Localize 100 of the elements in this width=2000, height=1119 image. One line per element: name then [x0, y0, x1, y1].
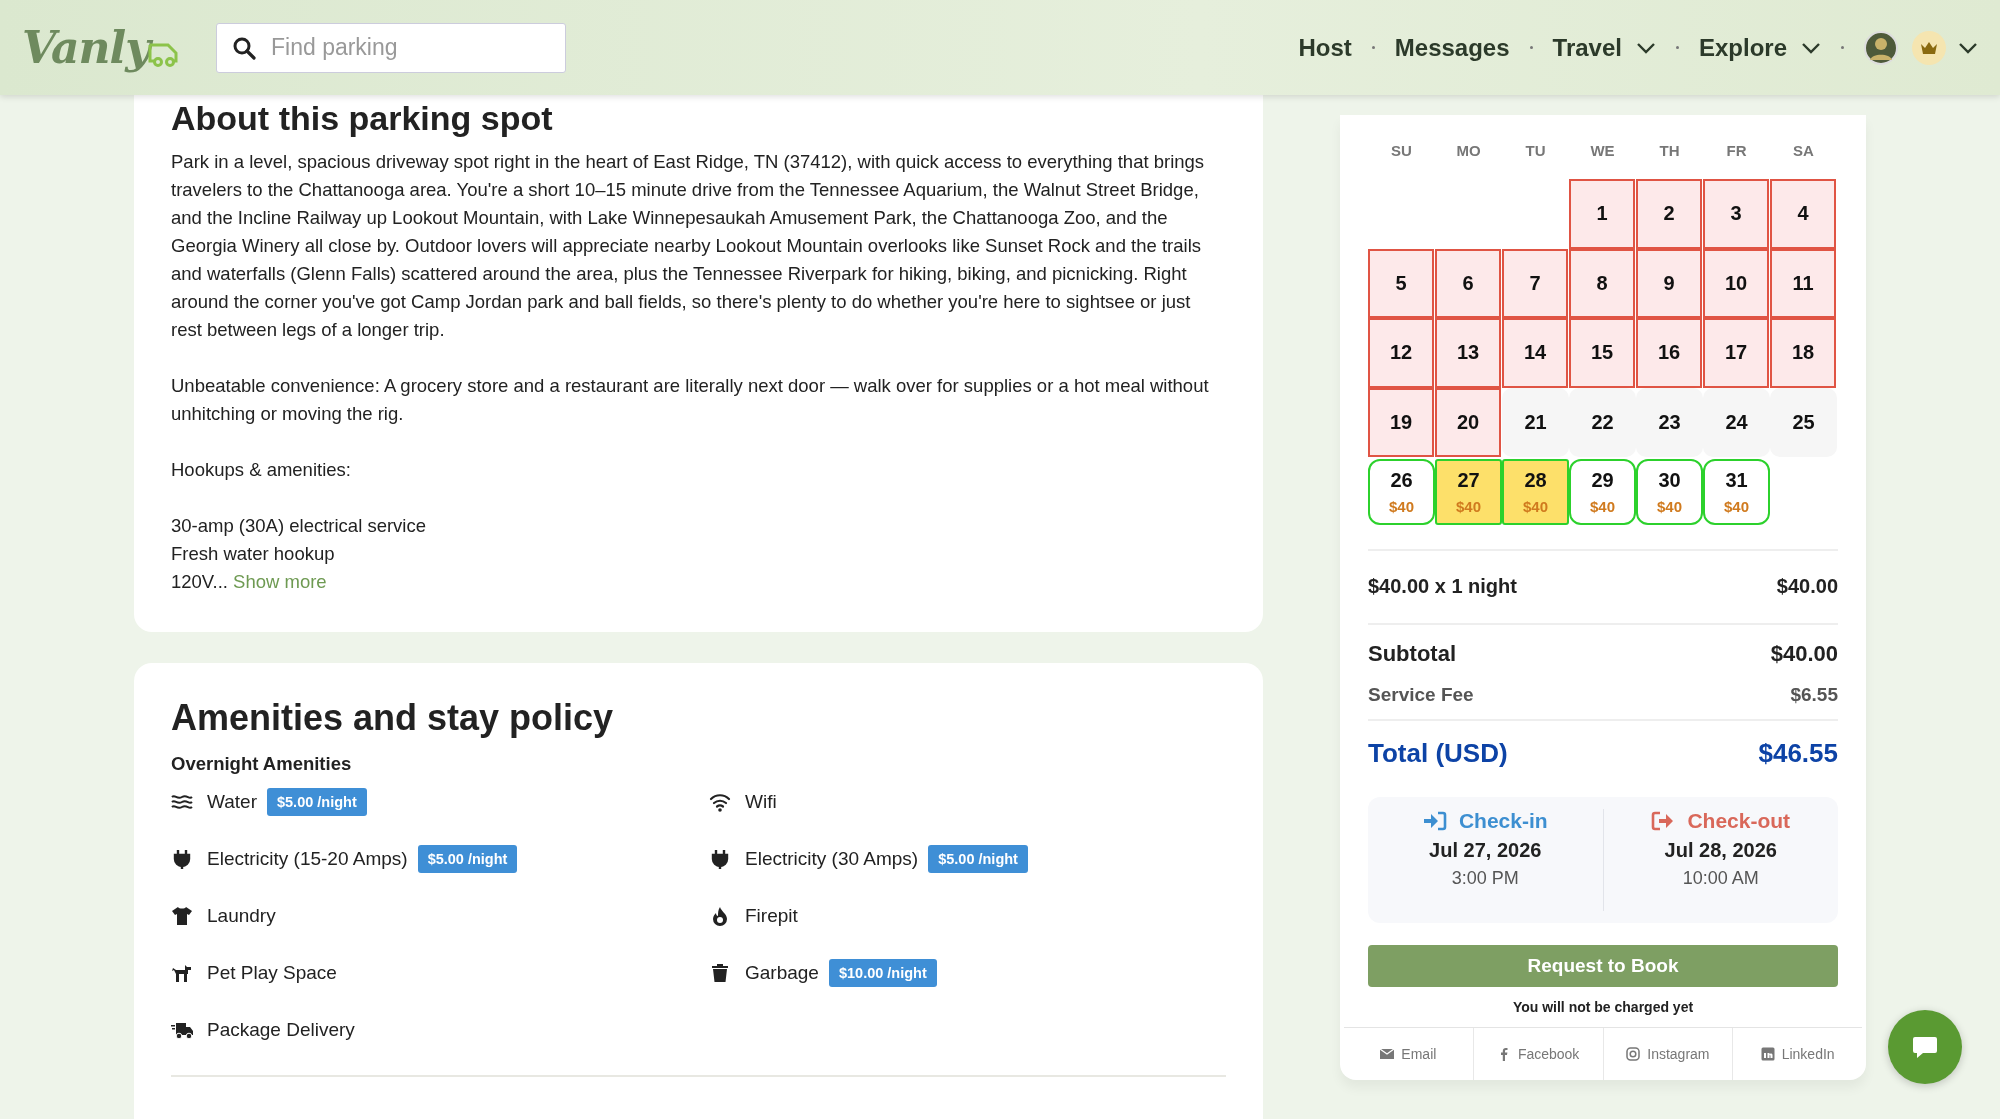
day-price: $40: [1456, 498, 1481, 515]
weekday-label: MO: [1455, 140, 1482, 161]
nav-link[interactable]: Travel: [1552, 33, 1656, 62]
section-title: Amenities and stay policy: [171, 697, 615, 739]
check-in-time: 3:00 PM: [1451, 867, 1519, 889]
weekday-label: SU: [1390, 140, 1413, 161]
search-icon: [232, 35, 256, 60]
calendar-day: 24: [1703, 387, 1770, 457]
calendar-day: 23: [1636, 387, 1703, 457]
check-out-time: 10:00 AM: [1682, 867, 1759, 889]
price-label: Subtotal: [1368, 640, 1456, 667]
check-in-date: Jul 27, 2026: [1429, 838, 1542, 862]
calendar-day[interactable]: 31 $40: [1703, 459, 1770, 525]
calendar-day: 7: [1502, 248, 1568, 318]
calendar-day: 6: [1435, 248, 1501, 318]
amenity-label: Electricity (30 Amps): [745, 848, 919, 870]
day-number: 30: [1658, 469, 1681, 492]
charge-note: You will not be charged yet: [1511, 998, 1695, 1015]
nav-link[interactable]: Messages: [1394, 33, 1510, 62]
calendar-day: 15: [1569, 318, 1635, 388]
day-price: $40: [1657, 498, 1682, 515]
weekday-label: FR: [1725, 140, 1748, 161]
check-out-date: Jul 28, 2026: [1664, 838, 1777, 862]
calendar-day[interactable]: 27 $40: [1435, 459, 1502, 525]
day-number: 28: [1524, 469, 1547, 492]
calendar-day[interactable]: 28 $40: [1502, 459, 1569, 525]
amenity-label: Pet Play Space: [207, 962, 337, 984]
fee-badge: $5.00 /night: [417, 845, 518, 873]
calendar-day[interactable]: 30 $40: [1636, 459, 1703, 525]
share-link[interactable]: Facebook: [1472, 1028, 1603, 1080]
calendar-day: 19: [1368, 387, 1434, 457]
share-link[interactable]: Email: [1344, 1028, 1473, 1080]
description-paragraph: Unbeatable convenience: A grocery store and a restaurant are literally next door — walk over for supplies or a hot meal without unhitching or moving the rig.: [171, 374, 1210, 426]
calendar-day: 8: [1569, 248, 1635, 318]
crown-icon: [1920, 40, 1938, 55]
calendar-day: 17: [1703, 318, 1769, 388]
day-number: 27: [1457, 469, 1480, 492]
calendar-day: 14: [1502, 318, 1568, 388]
truncated-line: 120V...: [171, 571, 228, 592]
price-amount: $40.00: [1770, 640, 1838, 667]
chevron-down-icon: [1801, 41, 1821, 54]
amenity-line: Fresh water hookup: [171, 542, 336, 566]
calendar-day: 4: [1770, 179, 1836, 249]
calendar-day: 1: [1569, 179, 1635, 249]
amenity-label: Firepit: [745, 905, 798, 927]
calendar-day: 5: [1368, 248, 1434, 318]
calendar-day[interactable]: 26 $40: [1368, 459, 1435, 525]
calendar-day: 25: [1770, 387, 1837, 457]
amenity-label: Laundry: [207, 905, 276, 927]
plug-icon: [709, 849, 731, 869]
chat-icon: [1912, 1035, 1938, 1059]
price-label: Total (USD): [1368, 738, 1508, 769]
weekday-label: SA: [1792, 140, 1815, 161]
fee-badge: $5.00 /night: [928, 845, 1028, 873]
chevron-down-icon[interactable]: [1958, 41, 1978, 54]
calendar-day: 12: [1368, 318, 1434, 388]
calendar-day: 20: [1435, 387, 1501, 457]
amenity-label: Garbage: [745, 962, 819, 984]
linkedin-icon: [1760, 1047, 1775, 1061]
price-label: Service Fee: [1368, 683, 1474, 706]
calendar-day: 13: [1435, 318, 1501, 388]
chevron-down-icon: [1635, 41, 1656, 54]
calendar-day: 2: [1636, 179, 1702, 249]
calendar-day: 21: [1502, 387, 1569, 457]
share-link[interactable]: LinkedIn: [1732, 1028, 1862, 1080]
price-amount: $6.55: [1790, 683, 1838, 706]
nav-link[interactable]: Host: [1298, 33, 1352, 62]
share-link[interactable]: Instagram: [1602, 1028, 1733, 1080]
crown-badge[interactable]: [1912, 30, 1946, 65]
calendar-day: 3: [1703, 179, 1769, 249]
search-field[interactable]: Find parking: [216, 22, 566, 73]
check-in-label: Check-in: [1458, 808, 1548, 833]
check-out-label: Check-out: [1687, 808, 1791, 833]
envelope-icon: [1380, 1047, 1395, 1061]
description-paragraph: Park in a level, spacious driveway spot right in the heart of East Ridge, TN (37412), with quick access to everything that brings travelers to the Chattanooga area. You're a short 10–15 minute drive from the Tennessee Aquarium, the Walnut Street Bridge, and the Incline Railway up Lookout Mountain, with Lake Winnepesaukah Amusement Park, the Chattanooga Zoo, and the Georgia Winery all close by. Outdoor lovers will appreciate nearby Lookout Mountain overlooks like Sunset Rock and the trails and waterfalls (Glenn Falls) scattered around the area, plus the Tennessee Riverpark for hiking, biking, and picnicking. Right around the corner you've got Camp Jordan park and ball fields, so there's plenty to do whether you're here to sightsee or just rest between legs of a longer trip.: [171, 150, 1206, 342]
chat-button[interactable]: [1888, 1010, 1962, 1084]
calendar-day: 16: [1636, 318, 1702, 388]
amenity-label: Electricity (15-20 Amps): [207, 848, 408, 870]
calendar-day: 18: [1770, 318, 1836, 388]
day-number: 26: [1390, 469, 1413, 492]
weekday-label: TH: [1658, 140, 1681, 161]
amenity-label: Package Delivery: [207, 1019, 355, 1041]
trash-icon: [709, 963, 731, 983]
calendar-day[interactable]: 29 $40: [1569, 459, 1636, 525]
fee-badge: $5.00 /night: [266, 788, 367, 816]
sign-out-icon: [1651, 810, 1676, 831]
section-subtitle: Overnight Amenities: [171, 753, 353, 775]
nav-link[interactable]: Explore: [1698, 33, 1821, 62]
water-icon: [171, 792, 193, 812]
amenity-label: Wifi: [745, 791, 777, 813]
price-amount: $40.00: [1776, 575, 1838, 598]
price-label: $40.00 x 1 night: [1368, 575, 1517, 598]
day-number: 29: [1591, 469, 1614, 492]
day-price: $40: [1523, 498, 1548, 515]
avatar[interactable]: [1864, 30, 1898, 65]
day-price: $40: [1590, 498, 1615, 515]
wifi-icon: [709, 792, 731, 812]
instagram-icon: [1626, 1047, 1641, 1061]
day-price: $40: [1389, 498, 1414, 515]
shirt-icon: [171, 906, 193, 926]
